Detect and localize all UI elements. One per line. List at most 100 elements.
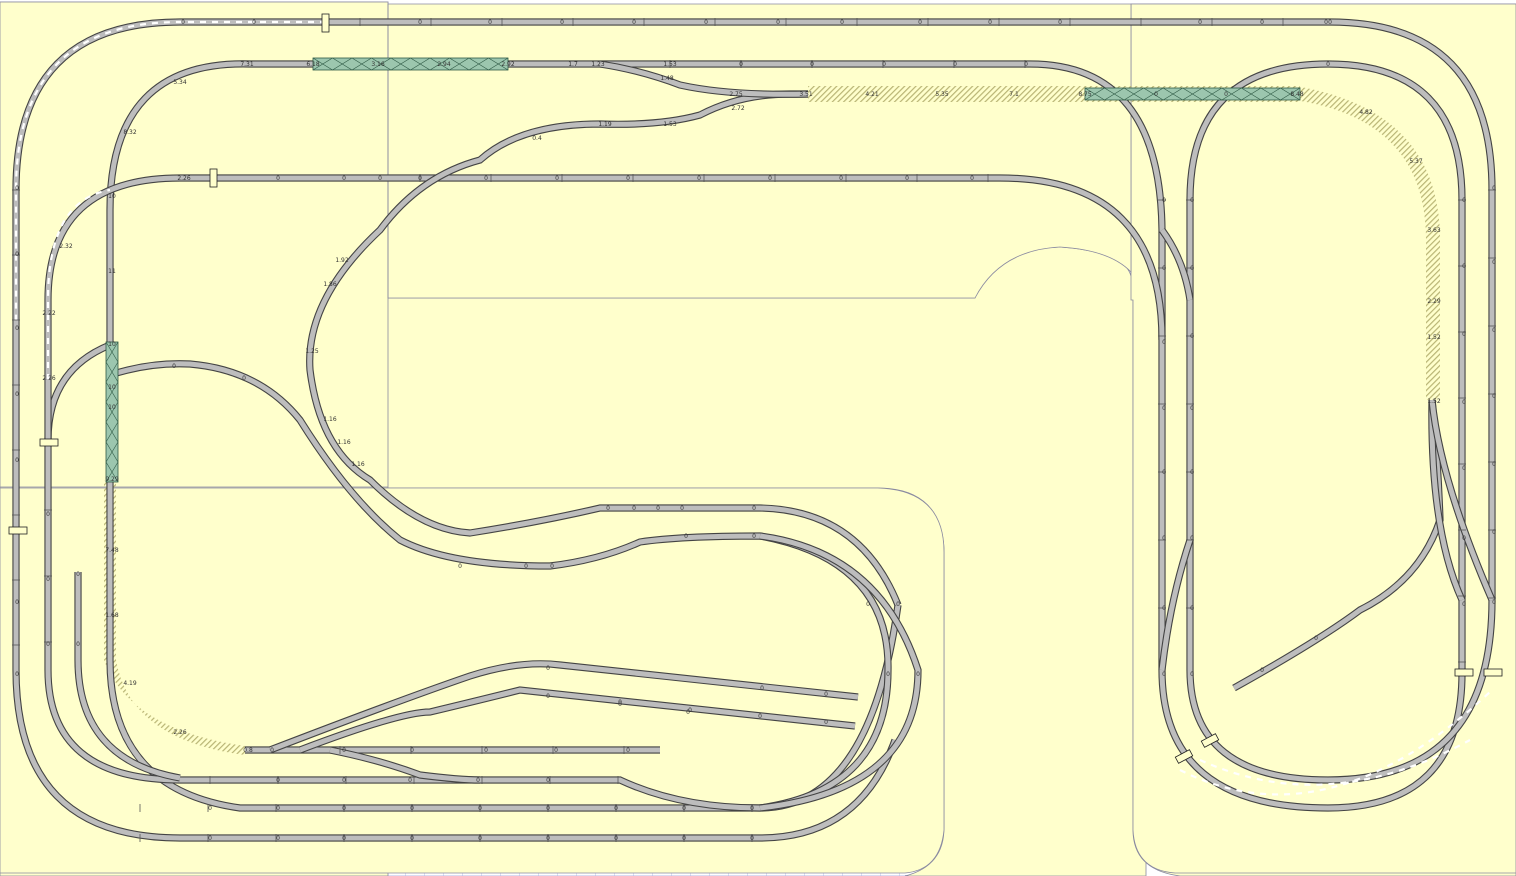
height-label: 0	[682, 805, 686, 812]
height-label: 3.63	[1427, 227, 1441, 234]
track-plan-diagram: 7.31 6.18 3.16 2.94 2.92 1.7 1.23 1.53 1.48 2.75 2…	[0, 1, 1516, 876]
height-label: 0	[410, 805, 414, 812]
height-label: 0	[626, 175, 630, 182]
height-label: 0	[905, 175, 909, 182]
height-label: 0	[342, 805, 346, 812]
height-label: 0	[546, 835, 550, 842]
height-label: 6.18	[306, 61, 320, 68]
height-label: 0	[684, 533, 688, 540]
height-label: 0	[342, 747, 346, 754]
height-label: 0	[270, 747, 274, 754]
bridge-span	[312, 57, 509, 71]
height-label: 0	[760, 685, 764, 692]
height-label: 0	[1162, 197, 1166, 204]
height-label: 2.72	[731, 105, 745, 112]
height-label: 0	[953, 61, 957, 68]
height-label: 0	[1162, 265, 1166, 272]
height-label: 0	[1324, 19, 1328, 26]
height-label: 1.23	[591, 61, 605, 68]
height-label: 0	[1162, 405, 1166, 412]
height-label: 0	[896, 601, 900, 608]
height-label: 0	[1326, 61, 1330, 68]
height-label: 0	[614, 805, 618, 812]
height-label: 0	[988, 19, 992, 26]
height-label: 2.26	[42, 375, 56, 382]
block-marker[interactable]	[1454, 668, 1474, 677]
block-marker[interactable]	[8, 526, 28, 535]
height-label: 2.75	[729, 91, 743, 98]
height-label: 0	[550, 563, 554, 570]
height-label: 0	[76, 571, 80, 578]
height-label: 0	[866, 601, 870, 608]
height-label: 0	[1224, 91, 1228, 98]
height-label: 0	[546, 805, 550, 812]
height-label: 2.26	[177, 175, 191, 182]
track-plan-canvas[interactable]: 7.31 6.18 3.16 2.94 2.92 1.7 1.23 1.53 1.48 2.75 2…	[0, 0, 1516, 876]
height-label: 1.19	[598, 121, 612, 128]
height-label: 7.1	[1009, 91, 1019, 98]
height-label: 0	[342, 175, 346, 182]
height-label: 10	[108, 193, 116, 200]
height-label: 5.34	[173, 79, 187, 86]
height-label: 5.35	[935, 91, 949, 98]
block-marker[interactable]	[321, 13, 330, 33]
height-label: 1.92	[335, 257, 349, 264]
height-label: 10	[108, 404, 116, 411]
baseboard-top	[387, 3, 1132, 299]
height-label: 0	[484, 175, 488, 182]
height-label: 0	[252, 19, 256, 26]
height-label: 0	[46, 511, 50, 518]
height-label: 0	[614, 835, 618, 842]
height-label: 0	[606, 505, 610, 512]
height-label: 3.16	[371, 61, 385, 68]
height-label: 0	[776, 19, 780, 26]
height-label: 0	[458, 563, 462, 570]
block-marker[interactable]	[1483, 668, 1503, 677]
height-label: 0	[1462, 535, 1466, 542]
block-marker[interactable]	[39, 438, 59, 447]
height-label: 10	[108, 384, 116, 391]
block-marker[interactable]	[209, 168, 218, 188]
height-label: 8.75	[1078, 91, 1092, 98]
height-label: 0	[752, 533, 756, 540]
height-label: 0	[15, 185, 19, 192]
height-label: 0	[1190, 535, 1194, 542]
height-label: 1.7	[568, 61, 578, 68]
bridge-span	[105, 341, 119, 483]
height-label: 0	[378, 175, 382, 182]
height-label: 1.68	[105, 612, 119, 619]
height-label: 0	[46, 641, 50, 648]
height-label: 0	[680, 505, 684, 512]
height-label: 0	[768, 175, 772, 182]
height-label: 0	[1162, 469, 1166, 476]
height-label: 0	[418, 19, 422, 26]
height-label: 7.31	[240, 61, 254, 68]
height-label: 0	[840, 19, 844, 26]
height-label: 0	[276, 777, 280, 784]
height-label: 0	[555, 175, 559, 182]
height-label: 0	[76, 641, 80, 648]
height-label: 0	[484, 747, 488, 754]
height-label: 0	[752, 505, 756, 512]
height-label: 0	[810, 61, 814, 68]
height-label: 0	[181, 19, 185, 26]
height-label: 0	[704, 19, 708, 26]
height-label: 0	[488, 19, 492, 26]
height-label: 0	[478, 835, 482, 842]
height-label: 0	[1492, 393, 1496, 400]
height-label: 0	[46, 576, 50, 583]
height-label: 0	[15, 457, 19, 464]
height-label: 0	[524, 563, 528, 570]
height-label: 2.32	[59, 243, 73, 250]
height-label: 0	[1190, 333, 1194, 340]
height-label: 0	[686, 709, 690, 716]
height-label: 0	[276, 175, 280, 182]
height-label: 0.8	[243, 747, 253, 754]
height-label: 0	[1492, 599, 1496, 606]
height-label: 1.16	[323, 416, 337, 423]
height-label: 3.51	[799, 91, 813, 98]
height-label: 0	[15, 671, 19, 678]
height-label: 0	[1462, 263, 1466, 270]
height-label: 0	[632, 19, 636, 26]
height-label: 0	[1190, 671, 1194, 678]
